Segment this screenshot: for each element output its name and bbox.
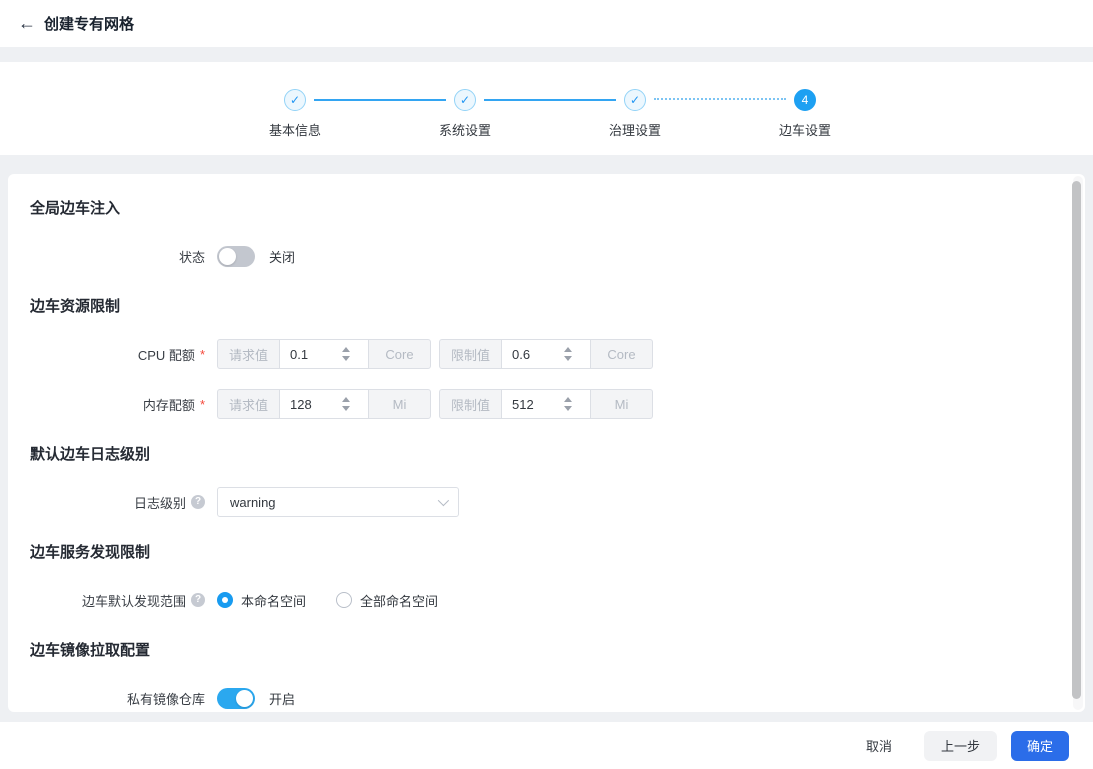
memory-limit-prefix: 限制值	[450, 397, 490, 413]
form-card: 全局边车注入 状态 关闭 边车资源限制 CPU 配额 * 请求值 0.1 Cor…	[8, 174, 1085, 712]
page-header: ← 创建专有网格	[0, 0, 1093, 47]
private-registry-toggle[interactable]	[217, 687, 255, 709]
cpu-request-prefix: 请求值	[228, 347, 268, 363]
private-registry-label: 私有镜像仓库	[126, 691, 205, 707]
step-connector-1	[314, 99, 446, 101]
spinner-up-icon[interactable]	[342, 397, 350, 402]
radio-label: 全部命名空间	[360, 593, 439, 609]
memory-quota-label: 内存配额	[142, 397, 195, 413]
memory-request-unit: Mi	[392, 396, 407, 412]
page-title: 创建专有网格	[44, 16, 135, 33]
scrollbar-track[interactable]	[1071, 176, 1083, 710]
step-connector-3-dotted	[654, 98, 786, 100]
step-3-done-icon[interactable]: ✓	[624, 89, 646, 111]
private-registry-row: 私有镜像仓库 开启	[8, 682, 1085, 712]
scrollbar-thumb[interactable]	[1071, 181, 1081, 699]
status-label: 状态	[178, 249, 205, 265]
check-icon: ✓	[459, 93, 471, 107]
step-label-system-settings[interactable]: 系统设置	[405, 120, 525, 139]
section-title-image-pull: 边车镜像拉取配置	[30, 642, 151, 659]
cpu-request-input[interactable]	[280, 346, 338, 362]
step-4-active-icon[interactable]: 4	[794, 89, 816, 111]
check-icon: ✓	[629, 93, 641, 107]
toggle-knob	[219, 247, 236, 265]
toggle-knob	[236, 689, 253, 707]
spinner-down-icon[interactable]	[564, 356, 572, 361]
log-level-selected-value: warning	[230, 494, 276, 510]
memory-request-group: 请求值 Mi	[217, 389, 431, 419]
radio-label: 本命名空间	[241, 593, 307, 609]
chevron-down-icon	[437, 494, 450, 507]
global-injection-toggle[interactable]	[217, 245, 255, 267]
log-level-label: 日志级别	[133, 495, 186, 511]
confirm-button[interactable]: 确定	[1010, 730, 1069, 761]
status-value-text: 关闭	[269, 249, 296, 265]
step-1-done-icon[interactable]: ✓	[284, 89, 306, 111]
cpu-limit-input[interactable]	[502, 346, 560, 362]
spinner-down-icon[interactable]	[342, 406, 350, 411]
cpu-quota-label: CPU 配额	[137, 347, 195, 363]
cpu-request-unit: Core	[385, 346, 414, 362]
step-label-governance-settings[interactable]: 治理设置	[575, 120, 695, 139]
step-number: 4	[801, 93, 809, 107]
help-icon[interactable]: ?	[191, 593, 205, 607]
step-label-basic-info[interactable]: 基本信息	[235, 120, 355, 139]
cpu-request-group: 请求值 Core	[217, 339, 431, 369]
log-level-select[interactable]: warning	[217, 487, 459, 517]
memory-request-prefix: 请求值	[228, 397, 268, 413]
radio-current-namespace[interactable]: 本命名空间	[217, 591, 306, 610]
memory-limit-group: 限制值 Mi	[439, 389, 653, 419]
discovery-scope-row: 边车默认发现范围 ? 本命名空间 全部命名空间	[8, 584, 1085, 616]
required-asterisk: *	[199, 346, 205, 362]
section-title-discovery: 边车服务发现限制	[30, 544, 151, 561]
section-title-log-level: 默认边车日志级别	[30, 446, 151, 463]
memory-request-input[interactable]	[280, 396, 338, 412]
memory-quota-row: 内存配额 * 请求值 Mi 限制值	[8, 388, 1085, 420]
radio-unselected-icon	[336, 592, 353, 608]
required-asterisk: *	[199, 396, 205, 412]
step-connector-2	[484, 99, 616, 101]
memory-limit-input[interactable]	[502, 396, 560, 412]
spinner-up-icon[interactable]	[342, 347, 350, 352]
cancel-button[interactable]: 取消	[862, 731, 896, 761]
cpu-limit-group: 限制值 Core	[439, 339, 653, 369]
cpu-quota-row: CPU 配额 * 请求值 Core 限制值	[8, 338, 1085, 370]
section-title-global-injection: 全局边车注入	[30, 200, 121, 217]
check-icon: ✓	[289, 93, 301, 107]
help-icon[interactable]: ?	[191, 495, 205, 509]
step-label-sidecar-settings[interactable]: 边车设置	[745, 120, 865, 139]
spinner-down-icon[interactable]	[564, 406, 572, 411]
radio-all-namespaces[interactable]: 全部命名空间	[336, 591, 438, 610]
footer-action-bar: 取消 上一步 确定	[0, 722, 1093, 769]
radio-selected-icon	[217, 592, 233, 608]
spinner-up-icon[interactable]	[564, 347, 572, 352]
wizard-stepper: ✓ ✓ ✓ 4 基本信息 系统设置 治理设置 边车设置	[0, 62, 1093, 155]
cpu-limit-unit: Core	[607, 346, 636, 362]
log-level-row: 日志级别 ? warning	[8, 486, 1085, 518]
step-2-done-icon[interactable]: ✓	[454, 89, 476, 111]
discovery-scope-label: 边车默认发现范围	[81, 593, 186, 609]
status-row: 状态 关闭	[8, 240, 1085, 272]
section-title-resources: 边车资源限制	[30, 298, 121, 315]
registry-value-text: 开启	[269, 691, 296, 707]
back-icon[interactable]: ←	[18, 13, 44, 34]
spinner-down-icon[interactable]	[342, 356, 350, 361]
memory-limit-unit: Mi	[614, 396, 629, 412]
cpu-limit-prefix: 限制值	[450, 347, 490, 363]
previous-step-button[interactable]: 上一步	[923, 730, 997, 761]
spinner-up-icon[interactable]	[564, 397, 572, 402]
